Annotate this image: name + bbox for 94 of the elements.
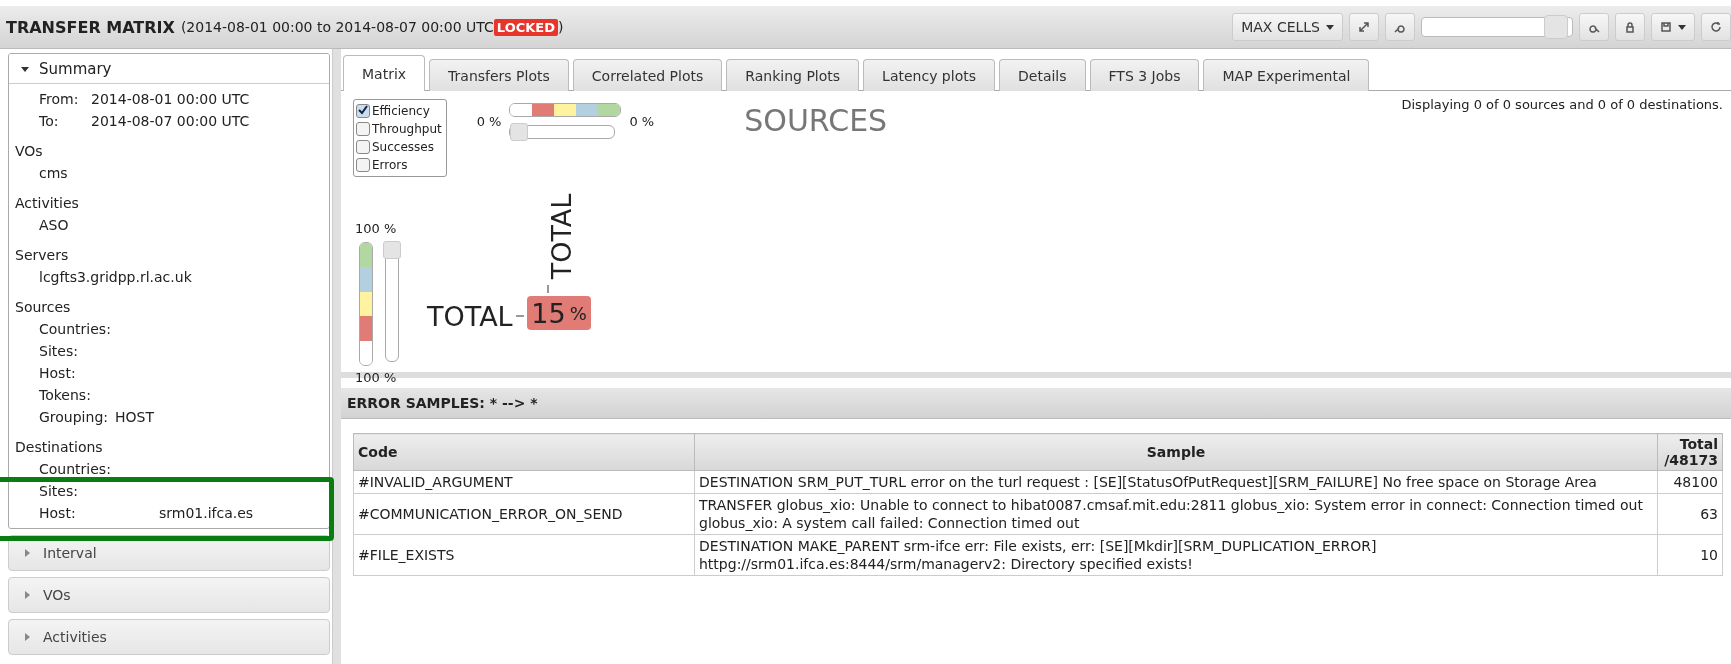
- expand-button[interactable]: [1349, 13, 1379, 41]
- column-header: Total /48173: [1657, 433, 1723, 471]
- tab[interactable]: Matrix: [343, 55, 426, 91]
- checkbox-label[interactable]: Efficiency: [372, 104, 430, 118]
- expand-icon: [1358, 21, 1370, 33]
- tab[interactable]: MAP Experimental: [1203, 59, 1370, 91]
- table-cell: TRANSFER globus_xio: Unable to connect to hibat0087.cmsaf.mit.edu:2811 globus_xio: System error in connect: Connection timed out globus_xio: A system call failed: Connection timed out: [694, 493, 1658, 535]
- period-value: 2014-08-07 00:00 UTC: [91, 112, 250, 131]
- entry-value: srm01.ifca.es: [159, 504, 254, 523]
- checkbox[interactable]: [356, 122, 370, 136]
- zoom-in-button[interactable]: [1579, 13, 1609, 41]
- group-title: VOs: [15, 142, 43, 161]
- tab[interactable]: Ranking Plots: [726, 59, 860, 91]
- entry-label: Tokens:: [39, 386, 91, 405]
- save-dropdown[interactable]: [1651, 13, 1695, 41]
- checkbox-label[interactable]: Throughput: [372, 122, 442, 136]
- caret-icon: [21, 64, 29, 73]
- group-title: Destinations: [15, 438, 103, 457]
- matrix-cell[interactable]: 15%: [527, 296, 591, 330]
- range-slider[interactable]: [385, 242, 399, 362]
- checkbox[interactable]: [356, 158, 370, 172]
- time-range: (2014-08-01 00:00 to 2014-08-07 00:00 UTC: [180, 19, 494, 35]
- time-range-end: ): [558, 19, 564, 35]
- entry-label: Host:: [39, 504, 77, 523]
- lock-icon: [1624, 21, 1636, 33]
- period-value: 2014-08-01 00:00 UTC: [91, 90, 250, 109]
- tab[interactable]: FTS 3 Jobs: [1089, 59, 1200, 91]
- sources-heading: SOURCES: [744, 103, 888, 140]
- display-info: Displaying 0 of 0 sources and 0 of 0 destinations.: [1401, 97, 1723, 112]
- refresh-button[interactable]: [1701, 13, 1731, 41]
- slider-thumb[interactable]: [1543, 15, 1568, 39]
- entry-label: lcgfts3.gridpp.rl.ac.uk: [39, 268, 192, 287]
- table-cell: 10: [1657, 534, 1723, 576]
- group-title: Activities: [15, 194, 79, 213]
- caret-icon: [1326, 23, 1334, 31]
- column-header: Sample: [694, 433, 1658, 471]
- table-cell: #INVALID_ARGUMENT: [353, 470, 695, 494]
- column-header: Code: [353, 433, 695, 471]
- entry-value: HOST: [115, 408, 154, 427]
- zoom-slider[interactable]: [1421, 17, 1573, 37]
- tab[interactable]: Latency plots: [863, 59, 995, 91]
- caret-icon: [1678, 23, 1686, 31]
- caret-icon: [23, 633, 31, 641]
- entry-label: Countries:: [39, 320, 111, 339]
- entry-label: Sites:: [39, 482, 78, 501]
- range-slider[interactable]: [509, 125, 616, 139]
- scale-bottom: 100 %: [355, 370, 397, 385]
- summary-header[interactable]: Summary: [9, 54, 329, 84]
- period-label: From:: [39, 90, 80, 109]
- tab[interactable]: Transfers Plots: [429, 59, 569, 91]
- caret-icon: [23, 549, 31, 557]
- tick-mark: [547, 285, 549, 293]
- max-cells-dropdown[interactable]: MAX CELLS: [1232, 13, 1343, 41]
- zoom-out-button[interactable]: [1385, 13, 1415, 41]
- column-label: TOTAL: [546, 193, 578, 280]
- table-cell: DESTINATION MAKE_PARENT srm-ifce err: File exists, err: [SE][Mkdir][SRM_DUPLICATION_ERROR] httpg://srm01.ifca.es:8444/srm/managerv2: Directory specified exists!: [694, 534, 1658, 576]
- table-cell: #COMMUNICATION_ERROR_ON_SEND: [353, 493, 695, 535]
- entry-label: Host:: [39, 364, 76, 383]
- scale-top: 100 %: [355, 221, 397, 236]
- entry-label: cms: [39, 164, 68, 183]
- entry-label: ASO: [39, 216, 69, 235]
- error-samples-header: ERROR SAMPLES: * --> *: [341, 388, 1731, 419]
- refresh-icon: [1710, 21, 1722, 33]
- tab[interactable]: Details: [999, 59, 1086, 91]
- slider-thumb[interactable]: [510, 123, 529, 141]
- entry-label: Sites:: [39, 342, 78, 361]
- tab[interactable]: Correlated Plots: [572, 59, 723, 91]
- entry-label: Countries:: [39, 460, 111, 479]
- checkbox[interactable]: [356, 140, 370, 154]
- page-title: TRANSFER MATRIX: [6, 17, 175, 37]
- checkbox-label[interactable]: Errors: [372, 158, 408, 172]
- save-icon: [1660, 21, 1672, 33]
- entry-label: Grouping:: [39, 408, 109, 427]
- table-cell: #FILE_EXISTS: [353, 534, 695, 576]
- tick-mark: [516, 315, 524, 317]
- panel-splitter[interactable]: [332, 49, 341, 664]
- table-cell: 48100: [1657, 470, 1723, 494]
- lock-button[interactable]: [1615, 13, 1645, 41]
- group-title: Servers: [15, 246, 69, 265]
- locked-badge: LOCKED: [493, 18, 558, 36]
- row-label: TOTAL: [427, 301, 513, 332]
- scale-min: 0 %: [476, 113, 502, 129]
- table-cell: DESTINATION SRM_PUT_TURL error on the turl request : [SE][StatusOfPutRequest][SRM_FAILURE] No free space on Storage Area: [694, 470, 1658, 494]
- checkmark-icon: [358, 105, 368, 115]
- checkbox[interactable]: [356, 104, 370, 118]
- accordion-header[interactable]: VOs: [8, 577, 330, 613]
- group-title: Sources: [15, 298, 71, 317]
- checkbox-label[interactable]: Successes: [372, 140, 434, 154]
- slider-thumb[interactable]: [383, 241, 401, 259]
- period-label: To:: [39, 112, 60, 131]
- table-cell: 63: [1657, 493, 1723, 535]
- scale-max: 0 %: [629, 113, 655, 129]
- accordion-header[interactable]: Activities: [8, 619, 330, 655]
- caret-icon: [23, 591, 31, 599]
